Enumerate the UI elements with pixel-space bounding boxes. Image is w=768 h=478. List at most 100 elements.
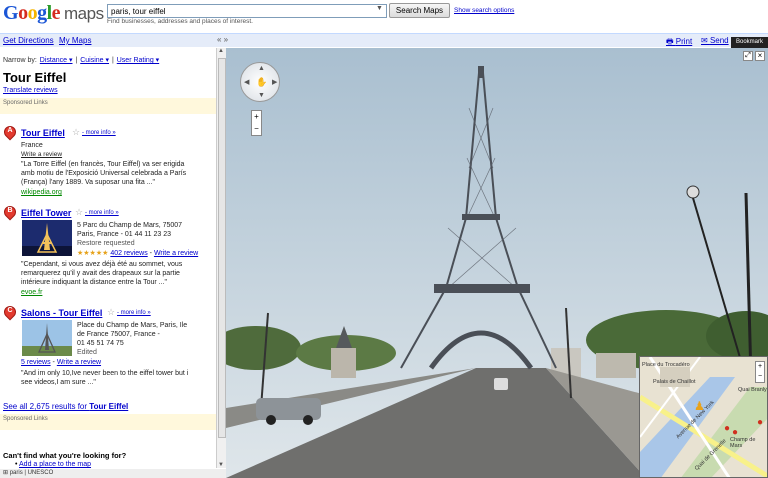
see-all-results[interactable]: See all 2,675 results for Tour Eiffel xyxy=(3,402,128,411)
search-maps-button[interactable]: Search Maps xyxy=(389,3,450,18)
result-c-review-row: 5 reviews - Write a review xyxy=(21,359,102,366)
minimap[interactable]: Palais de Chaillot Quai Branly Avenue de… xyxy=(639,356,768,478)
result-c-more-info[interactable]: - more info » xyxy=(117,310,151,316)
star-icon[interactable]: ☆ xyxy=(107,307,115,318)
logo-maps-text: maps xyxy=(64,4,104,23)
search-history-dropdown-icon[interactable]: ▼ xyxy=(376,5,383,12)
marker-a-icon[interactable]: A xyxy=(1,123,19,142)
result-a-country: France xyxy=(21,142,43,149)
result-b-quote-line: remarquerez qu'il y avait des drapeaux s… xyxy=(21,270,180,277)
result-c-status: Edited xyxy=(77,349,97,356)
star-icon[interactable]: ☆ xyxy=(75,207,83,218)
cant-find-heading: Can't find what you're looking for? xyxy=(3,451,127,460)
result-c-quote-line: "And im only 10,Ive never been to the ei… xyxy=(21,370,189,377)
rating-stars-icon: ★★★★★ xyxy=(77,250,109,257)
scroll-down-icon[interactable]: ▼ xyxy=(218,462,224,468)
pan-control[interactable]: ▲ ▼ ◀ ▶ ✋ xyxy=(240,62,280,102)
marker-c-icon[interactable]: C xyxy=(1,303,19,322)
result-c-quote-line: see videos,I am sure ..." xyxy=(21,379,96,386)
marker-a-icon[interactable]: ● xyxy=(724,423,730,434)
close-icon[interactable]: × xyxy=(755,51,765,61)
minimap-zoom-in-icon[interactable]: + xyxy=(756,362,764,372)
send-label: Send xyxy=(709,36,729,45)
print-label: Print xyxy=(675,37,693,46)
scroll-up-icon[interactable]: ▲ xyxy=(218,48,224,54)
result-b-quote-line: intérieure indiquant la distance entre l… xyxy=(21,279,167,286)
zoom-out-icon[interactable]: − xyxy=(252,123,261,135)
result-c-address-line: Place du Champ de Mars, Paris, Ile xyxy=(77,322,188,329)
marker-b-icon[interactable]: ● xyxy=(732,427,738,438)
minimap-label: Palais de Chaillot xyxy=(653,379,696,385)
pan-left-icon[interactable]: ◀ xyxy=(244,78,249,86)
eiffel-day-thumbnail[interactable] xyxy=(22,320,72,356)
pan-down-icon[interactable]: ▼ xyxy=(258,92,265,99)
footer-layers-label: paris | UNESCO xyxy=(9,470,54,476)
add-place-link[interactable]: Add a place to the map xyxy=(19,461,91,468)
get-directions-link[interactable]: Get Directions xyxy=(3,36,54,45)
result-c-title[interactable]: Salons - Tour Eiffel xyxy=(21,308,102,318)
logo-letter: g xyxy=(37,2,47,24)
logo-letter: o xyxy=(18,2,28,24)
pegman-icon[interactable]: ♟ xyxy=(694,399,705,413)
see-all-results-term[interactable]: Tour Eiffel xyxy=(89,402,128,411)
send-link[interactable]: ✉ Send xyxy=(701,36,729,45)
see-all-results-prefix[interactable]: See all 2,675 results for xyxy=(3,402,89,411)
my-maps-link[interactable]: My Maps xyxy=(59,36,91,45)
minimap-zoom-control[interactable]: + − xyxy=(755,361,765,383)
result-c-phone-line: 01 45 51 74 75 xyxy=(77,340,124,347)
translate-reviews-link[interactable]: Translate reviews xyxy=(3,87,58,94)
result-b-quote-line: "Cependant, si vous avez déjà été au som… xyxy=(21,261,183,268)
results-sidebar: Narrow by: Distance ▾ | Cuisine ▾ | User… xyxy=(0,48,226,478)
result-b-write-review[interactable]: Write a review xyxy=(154,250,198,257)
google-maps-logo[interactable]: Google maps xyxy=(3,2,104,25)
scroll-thumb[interactable] xyxy=(218,58,226,438)
result-b-reviews-link[interactable]: 402 reviews xyxy=(110,250,147,257)
result-b-address-line: 5 Parc du Champ de Mars, 75007 xyxy=(77,222,183,229)
result-b-rating-row: ★★★★★ 402 reviews - Write a review xyxy=(77,250,199,257)
result-b-more-info[interactable]: - more info » xyxy=(85,210,119,216)
zoom-control[interactable]: + − xyxy=(251,110,262,136)
add-place-row[interactable]: • Add a place to the map xyxy=(15,461,91,468)
show-search-options-link[interactable]: Show search options xyxy=(454,7,514,14)
footer-layers[interactable]: ⊞ paris | UNESCO xyxy=(0,469,226,478)
result-a-title[interactable]: Tour Eiffel xyxy=(21,128,65,138)
filter-distance[interactable]: Distance ▾ xyxy=(40,57,73,64)
logo-letter: e xyxy=(51,2,61,24)
sponsored-links-bar: Sponsored Links xyxy=(0,98,216,114)
expand-icon[interactable]: ⤢ xyxy=(743,51,753,61)
logo-letter: G xyxy=(3,2,19,24)
minimap-label: Champ de Mars xyxy=(730,437,756,449)
result-b-status: Restore requested xyxy=(77,240,135,247)
result-b-title[interactable]: Eiffel Tower xyxy=(21,208,71,218)
minimap-zoom-out-icon[interactable]: − xyxy=(756,372,764,382)
result-a-snippet-line: amb motiu de l'Exposició Universal celeb… xyxy=(21,170,187,177)
zoom-in-icon[interactable]: + xyxy=(252,111,261,123)
logo-letter: o xyxy=(27,2,38,24)
header: Googlemaps ▼ Find businesses, addresses … xyxy=(0,0,768,32)
search-hint: Find businesses, addresses and places of… xyxy=(107,18,253,25)
minimap-label: Quai Branly xyxy=(738,387,767,393)
collapse-panel-toggle[interactable]: « » xyxy=(217,35,228,44)
result-a-source[interactable]: wikipedia.org xyxy=(21,189,62,196)
eiffel-night-thumbnail[interactable] xyxy=(22,220,72,256)
minimap-label: Place du Trocadéro xyxy=(642,362,690,368)
street-view-panorama[interactable]: ▲ ▼ ◀ ▶ ✋ + − ⤢ × Palais de Chaillot Qua… xyxy=(226,48,768,478)
narrow-by-label: Narrow by: xyxy=(3,57,37,64)
search-input[interactable] xyxy=(107,4,387,18)
star-icon[interactable]: ☆ xyxy=(72,127,80,138)
result-c-write-review[interactable]: Write a review xyxy=(57,359,101,366)
pan-right-icon[interactable]: ▶ xyxy=(272,78,277,86)
hand-icon[interactable]: ✋ xyxy=(256,77,267,88)
pan-up-icon[interactable]: ▲ xyxy=(258,65,265,72)
filter-user-rating[interactable]: User Rating ▾ xyxy=(117,57,159,64)
result-b-source[interactable]: evoe.fr xyxy=(21,289,42,296)
filter-cuisine[interactable]: Cuisine ▾ xyxy=(80,57,109,64)
sidebar-scrollbar[interactable]: ▲ ▼ xyxy=(216,48,226,468)
bookmark-button[interactable]: Bookmark xyxy=(731,37,768,48)
result-a-write-review[interactable]: Write a review xyxy=(21,151,62,158)
place-title: Tour Eiffel xyxy=(3,70,67,85)
marker-c-icon[interactable]: ● xyxy=(757,417,763,428)
result-c-reviews-link[interactable]: 5 reviews xyxy=(21,359,51,366)
result-a-more-info[interactable]: - more info » xyxy=(82,130,116,136)
marker-b-icon[interactable]: B xyxy=(1,203,19,222)
